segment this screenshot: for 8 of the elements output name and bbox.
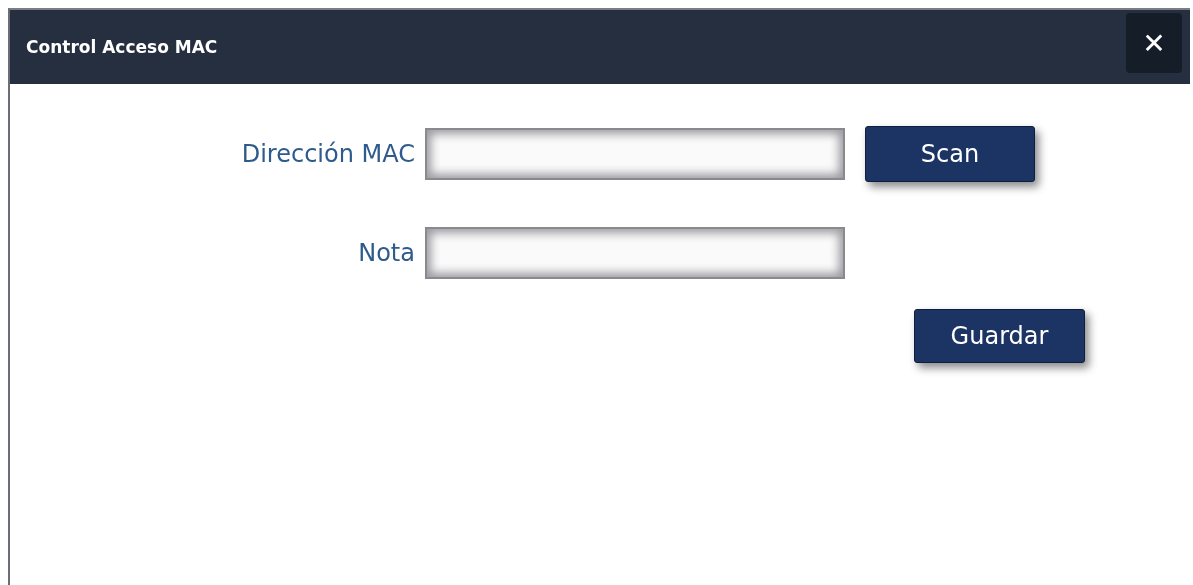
input-field[interactable]: [425, 227, 845, 279]
field-label: Nota: [358, 239, 415, 267]
input-field[interactable]: [425, 128, 845, 180]
window-title: Control Acceso MAC: [26, 37, 218, 57]
scan-button[interactable]: Scan: [865, 126, 1035, 182]
field-label: Dirección MAC: [241, 140, 415, 168]
save-button[interactable]: Guardar: [914, 309, 1085, 363]
close-button[interactable]: ✕: [1126, 13, 1182, 73]
